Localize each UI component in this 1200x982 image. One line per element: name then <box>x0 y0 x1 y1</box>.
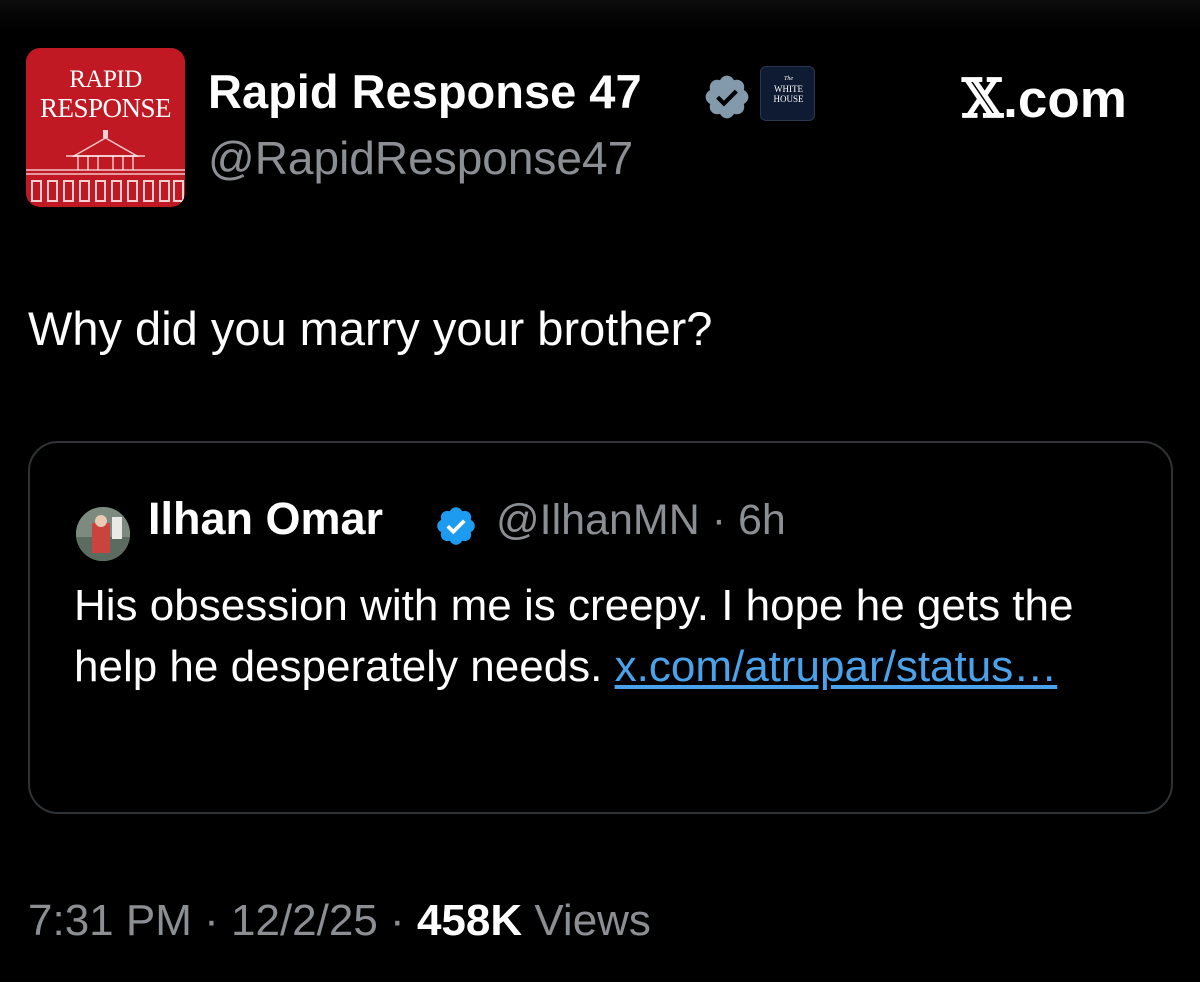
quoted-tweet-card[interactable]: Ilhan Omar @IlhanMN · 6h His obsession w… <box>28 441 1173 814</box>
white-house-affiliation-badge[interactable]: The WHITE HOUSE <box>760 66 815 121</box>
post-date[interactable]: 12/2/25 <box>231 896 378 945</box>
gray-verified-badge-icon[interactable] <box>702 72 752 122</box>
quoted-avatar-photo-icon <box>76 507 130 561</box>
author-handle[interactable]: @RapidResponse47 <box>208 131 633 185</box>
source-label-domain: .com <box>1003 70 1127 129</box>
blue-verified-badge-icon <box>437 507 475 545</box>
quoted-author-name[interactable]: Ilhan Omar <box>148 493 383 545</box>
footer-separator-2: · <box>390 896 405 945</box>
badge-line-2: HOUSE <box>773 94 804 104</box>
quoted-tweet-text: His obsession with me is creepy. I hope … <box>74 575 1144 697</box>
quoted-author-avatar[interactable] <box>76 507 130 561</box>
tweet-screenshot: RAPID RESPONSE Rapid Response 47 The WHI… <box>0 0 1200 982</box>
tweet-text: Why did you marry your brother? <box>28 302 713 355</box>
source-label: 𝕏.com <box>962 68 1127 130</box>
quoted-meta: @IlhanMN · 6h <box>496 496 786 545</box>
badge-line-1: WHITE <box>774 84 803 94</box>
quoted-handle[interactable]: @IlhanMN <box>496 496 700 544</box>
top-edge <box>0 0 1200 30</box>
footer-separator-1: · <box>204 896 219 945</box>
tweet-footer: 7:31 PM · 12/2/25 · 458K Views <box>28 896 651 946</box>
post-time[interactable]: 7:31 PM <box>28 896 192 945</box>
views-count: 458K <box>416 896 523 945</box>
avatar-logo-line-2: RESPONSE <box>39 93 172 123</box>
quoted-tweet-link[interactable]: x.com/atrupar/status… <box>615 642 1058 691</box>
x-logo-icon: 𝕏 <box>962 68 1004 130</box>
avatar-logo-line-1: RAPID <box>69 66 142 93</box>
author-avatar[interactable]: RAPID RESPONSE <box>26 48 185 207</box>
white-house-illustration-icon <box>26 130 185 202</box>
badge-line-0: The <box>784 76 793 82</box>
views-label: Views <box>534 896 651 945</box>
meta-separator: · <box>711 496 727 544</box>
quoted-time[interactable]: 6h <box>738 496 786 544</box>
author-display-name[interactable]: Rapid Response 47 <box>208 64 642 119</box>
